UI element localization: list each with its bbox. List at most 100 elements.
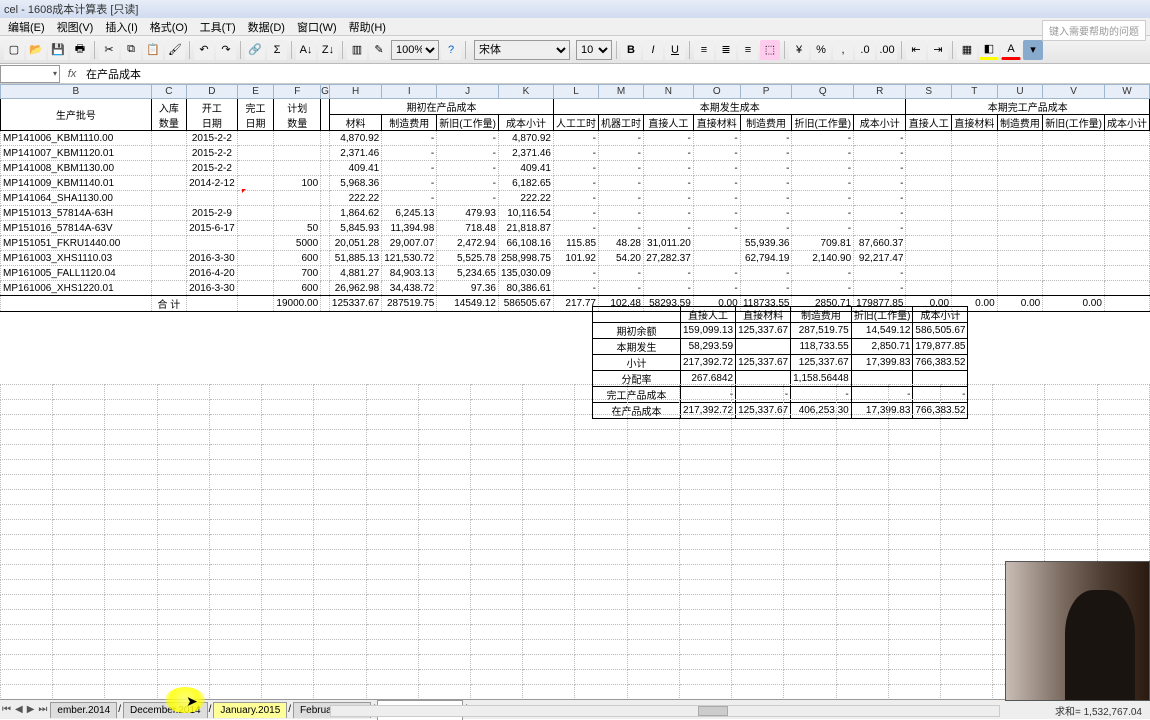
col-header[interactable]: I xyxy=(382,85,437,99)
cell[interactable] xyxy=(274,131,321,146)
empty-cell[interactable] xyxy=(314,685,366,699)
empty-cell[interactable] xyxy=(784,445,836,460)
empty-cell[interactable] xyxy=(627,625,679,640)
cell[interactable]: - xyxy=(437,191,499,206)
empty-cell[interactable] xyxy=(784,685,836,699)
empty-cell[interactable] xyxy=(993,445,1045,460)
cell[interactable]: - xyxy=(644,221,694,236)
cell[interactable]: - xyxy=(693,266,740,281)
empty-cell[interactable] xyxy=(366,475,418,490)
empty-cell[interactable] xyxy=(209,685,261,699)
cell[interactable]: 121,530.72 xyxy=(382,251,437,266)
empty-cell[interactable] xyxy=(53,460,105,475)
empty-cell[interactable] xyxy=(314,535,366,550)
empty-cell[interactable] xyxy=(627,550,679,565)
percent-icon[interactable]: % xyxy=(811,40,831,60)
cell[interactable] xyxy=(237,236,274,251)
cell[interactable]: 4,870.92 xyxy=(329,131,381,146)
cell[interactable] xyxy=(321,236,330,251)
cell[interactable]: 2016-3-30 xyxy=(187,251,238,266)
empty-cell[interactable] xyxy=(209,625,261,640)
empty-cell[interactable] xyxy=(314,550,366,565)
cell[interactable]: - xyxy=(599,131,644,146)
empty-cell[interactable] xyxy=(157,640,209,655)
cell[interactable]: 11,394.98 xyxy=(382,221,437,236)
col-header[interactable]: V xyxy=(1043,85,1105,99)
cell[interactable] xyxy=(693,251,740,266)
cell[interactable] xyxy=(274,146,321,161)
empty-cell[interactable] xyxy=(262,445,314,460)
cell[interactable]: - xyxy=(792,281,854,296)
empty-cell[interactable] xyxy=(157,595,209,610)
cell[interactable]: 48.28 xyxy=(599,236,644,251)
cell[interactable] xyxy=(1043,176,1105,191)
empty-cell[interactable] xyxy=(1,475,53,490)
empty-cell[interactable] xyxy=(940,490,992,505)
empty-cell[interactable] xyxy=(209,505,261,520)
cell[interactable] xyxy=(1104,161,1149,176)
empty-cell[interactable] xyxy=(53,505,105,520)
empty-cell[interactable] xyxy=(314,625,366,640)
cell[interactable] xyxy=(321,191,330,206)
cell[interactable]: 1,864.62 xyxy=(329,206,381,221)
cell[interactable] xyxy=(151,176,186,191)
empty-cell[interactable] xyxy=(1045,400,1097,415)
cell[interactable]: - xyxy=(644,281,694,296)
print-icon[interactable]: 🖶 xyxy=(70,40,90,60)
empty-cell[interactable] xyxy=(732,445,784,460)
empty-cell[interactable] xyxy=(1,415,53,430)
empty-cell[interactable] xyxy=(575,685,627,699)
empty-cell[interactable] xyxy=(784,415,836,430)
formula-input[interactable] xyxy=(84,68,1150,80)
cell[interactable] xyxy=(321,206,330,221)
empty-cell[interactable] xyxy=(418,475,470,490)
empty-cell[interactable] xyxy=(940,640,992,655)
empty-cell[interactable] xyxy=(1045,490,1097,505)
dec-indent-icon[interactable]: ⇤ xyxy=(906,40,926,60)
empty-cell[interactable] xyxy=(627,520,679,535)
cell[interactable]: - xyxy=(599,206,644,221)
empty-cell[interactable] xyxy=(314,415,366,430)
cell[interactable] xyxy=(1104,131,1149,146)
empty-cell[interactable] xyxy=(53,670,105,685)
empty-cell[interactable] xyxy=(470,670,522,685)
cell[interactable] xyxy=(1104,266,1149,281)
empty-cell[interactable] xyxy=(1,685,53,699)
sort-asc-icon[interactable]: A↓ xyxy=(296,40,316,60)
empty-cell[interactable] xyxy=(523,460,575,475)
total-cell[interactable] xyxy=(1,296,152,312)
empty-cell[interactable] xyxy=(523,505,575,520)
empty-cell[interactable] xyxy=(209,640,261,655)
empty-cell[interactable] xyxy=(784,595,836,610)
empty-cell[interactable] xyxy=(1045,475,1097,490)
empty-cell[interactable] xyxy=(940,685,992,699)
empty-cell[interactable] xyxy=(784,640,836,655)
cell[interactable]: - xyxy=(382,131,437,146)
cell[interactable]: - xyxy=(693,191,740,206)
empty-cell[interactable] xyxy=(888,550,940,565)
cell[interactable]: - xyxy=(792,206,854,221)
empty-cell[interactable] xyxy=(209,670,261,685)
empty-cell[interactable] xyxy=(366,625,418,640)
empty-cell[interactable] xyxy=(627,445,679,460)
empty-cell[interactable] xyxy=(262,610,314,625)
cell[interactable]: 31,011.20 xyxy=(644,236,694,251)
empty-cell[interactable] xyxy=(888,640,940,655)
col-header[interactable]: C xyxy=(151,85,186,99)
empty-cell[interactable] xyxy=(575,490,627,505)
cell[interactable]: - xyxy=(382,191,437,206)
col-header[interactable]: Q xyxy=(792,85,854,99)
empty-cell[interactable] xyxy=(732,535,784,550)
empty-cell[interactable] xyxy=(470,415,522,430)
summary-cell[interactable] xyxy=(736,339,791,355)
empty-cell[interactable] xyxy=(366,415,418,430)
empty-cell[interactable] xyxy=(627,490,679,505)
empty-cell[interactable] xyxy=(157,475,209,490)
cell[interactable]: MP141008_KBM1130.00 xyxy=(1,161,152,176)
open-icon[interactable]: 📂 xyxy=(26,40,46,60)
cell[interactable] xyxy=(1104,251,1149,266)
empty-cell[interactable] xyxy=(575,400,627,415)
cell[interactable]: 92,217.47 xyxy=(854,251,906,266)
empty-cell[interactable] xyxy=(523,475,575,490)
cell[interactable]: - xyxy=(644,266,694,281)
